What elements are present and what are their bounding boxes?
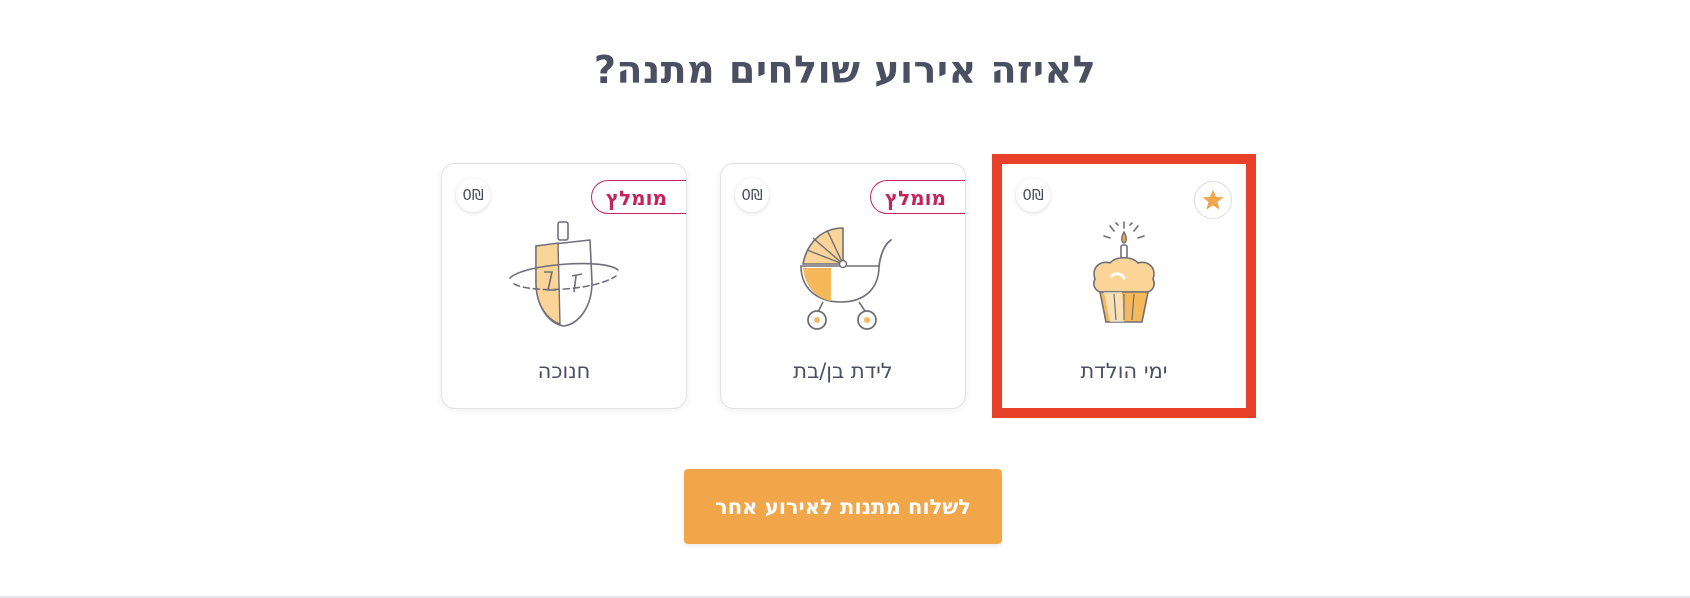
baby-stroller-icon bbox=[800, 227, 892, 330]
card-label: חנוכה bbox=[537, 359, 591, 383]
dreidel-icon bbox=[509, 221, 619, 327]
page-title: לאיזה אירוע שולחים מתנה? bbox=[593, 48, 1097, 92]
card-label: לידת בן/בת bbox=[793, 359, 893, 383]
card-label: ימי הולדת bbox=[1080, 359, 1168, 383]
event-card-hanukkah[interactable]: מומלץ 0₪ חנוכה bbox=[441, 163, 687, 409]
price-badge: 0₪ bbox=[735, 178, 769, 212]
birthday-cupcake-icon bbox=[1093, 221, 1155, 323]
favorite-star-icon[interactable] bbox=[1194, 181, 1232, 219]
price-badge: 0₪ bbox=[456, 178, 490, 212]
price-badge: 0₪ bbox=[1016, 178, 1050, 212]
send-other-event-button[interactable]: לשלוח מתנות לאירוע אחר bbox=[684, 469, 1002, 544]
recommended-tag: מומלץ bbox=[869, 180, 965, 214]
event-card-new-baby[interactable]: מומלץ 0₪ לידת בן/בת bbox=[720, 163, 966, 409]
event-card-birthday[interactable]: 0₪ ימי הולדת bbox=[992, 154, 1256, 418]
event-selection-page: לאיזה אירוע שולחים מתנה? 0₪ ימי הולדת מו… bbox=[0, 0, 1690, 598]
recommended-tag: מומלץ bbox=[590, 180, 686, 214]
